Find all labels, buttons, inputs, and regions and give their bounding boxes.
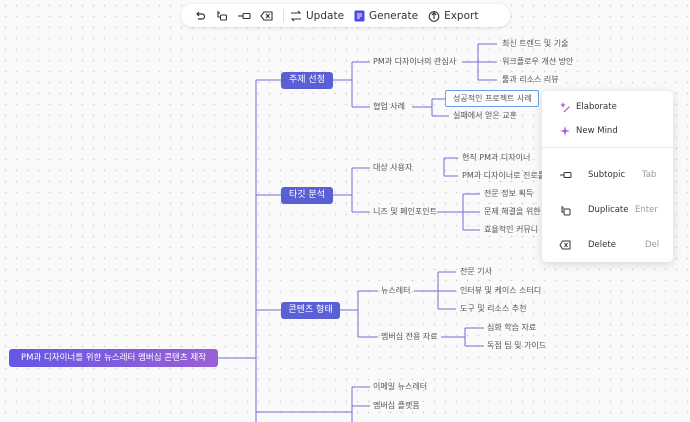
leaf-node[interactable]: 실패에서 얻은 교훈 — [453, 110, 517, 122]
top-toolbar: Update Generate Export — [181, 4, 510, 27]
menu-item-label: Subtopic — [588, 170, 626, 180]
update-icon — [290, 10, 302, 21]
shortcut-label: Tab — [642, 170, 657, 180]
root-node[interactable]: PM과 디자이너를 위한 뉴스레터 멤버십 콘텐츠 제작 — [9, 349, 218, 367]
leaf-node[interactable]: 툴과 리소스 리뷰 — [502, 74, 559, 86]
subtopic-node[interactable]: 뉴스레터 — [381, 285, 410, 297]
leaf-node[interactable]: 효율적인 커뮤니 — [484, 224, 538, 236]
leaf-node[interactable]: 현직 PM과 디자이너 — [462, 152, 530, 164]
delete-icon — [558, 240, 572, 250]
child-node-icon[interactable] — [233, 5, 255, 27]
duplicate-icon — [558, 205, 572, 216]
leaf-node[interactable]: PM과 디자이너로 진로를 — [462, 170, 545, 182]
menu-item-subtopic[interactable]: Subtopic Tab — [542, 163, 673, 187]
shortcut-label: Enter — [635, 205, 658, 215]
update-label: Update — [306, 9, 345, 22]
delete-node-icon[interactable] — [255, 5, 277, 27]
subtopic-node[interactable]: 대상 사용자 — [373, 162, 412, 174]
generate-label: Generate — [369, 9, 419, 22]
branch-node-content-format[interactable]: 콘텐츠 형태 — [281, 302, 340, 319]
menu-item-elaborate[interactable]: Elaborate — [542, 95, 673, 119]
menu-item-delete[interactable]: Delete Del — [542, 233, 673, 257]
leaf-node[interactable]: 워크플로우 개선 방안 — [502, 56, 573, 68]
context-menu: Elaborate New Mind Subtopic Tab Duplicat… — [542, 91, 673, 262]
export-button[interactable]: Export — [428, 10, 478, 22]
plus-sparkle-icon — [558, 126, 572, 136]
menu-item-new-mind[interactable]: New Mind — [542, 119, 673, 143]
update-button[interactable]: Update — [290, 10, 344, 22]
undo-icon[interactable] — [189, 5, 211, 27]
menu-item-duplicate[interactable]: Duplicate Enter — [542, 198, 673, 222]
menu-item-label: Duplicate — [588, 205, 629, 215]
branch-node-topic-selection[interactable]: 주제 선정 — [281, 72, 333, 89]
export-icon — [428, 10, 440, 22]
leaf-node[interactable]: 도구 및 리소스 추천 — [460, 303, 527, 315]
leaf-node[interactable]: 인터뷰 및 케이스 스터디 — [460, 285, 541, 297]
subtopic-node[interactable]: 이메일 뉴스레터 — [373, 381, 427, 393]
leaf-node[interactable]: 전문 정보 획득 — [484, 188, 533, 200]
leaf-node-selected[interactable]: 성공적인 프로젝트 사례 — [453, 93, 532, 105]
sibling-node-icon[interactable] — [211, 5, 233, 27]
subtopic-icon — [558, 170, 572, 180]
leaf-node[interactable]: 전문 기사 — [460, 266, 492, 278]
subtopic-node[interactable]: 협업 사례 — [373, 101, 405, 113]
sparkle-icon — [558, 101, 572, 113]
leaf-node[interactable]: 최신 트렌드 및 기술 — [502, 38, 569, 50]
leaf-node[interactable]: 심화 학습 자료 — [487, 322, 536, 334]
leaf-node[interactable]: 문제 해결을 위한 — [484, 206, 541, 218]
menu-item-label: Delete — [588, 240, 616, 250]
toolbar-divider — [283, 9, 284, 22]
branch-node-target-analysis[interactable]: 타깃 분석 — [281, 187, 333, 204]
menu-item-label: Elaborate — [576, 102, 617, 112]
leaf-node[interactable]: 독점 팁 및 가이드 — [487, 340, 546, 352]
menu-divider — [542, 147, 673, 148]
subtopic-node[interactable]: 니즈 및 페인포인트 — [373, 206, 437, 218]
generate-button[interactable]: Generate — [354, 10, 418, 22]
menu-item-label: New Mind — [576, 126, 618, 136]
document-icon — [354, 10, 365, 21]
subtopic-node[interactable]: 멤버십 전용 자료 — [381, 331, 438, 343]
shortcut-label: Del — [645, 240, 660, 250]
subtopic-node[interactable]: PM과 디자이너의 관심사 — [373, 56, 456, 68]
subtopic-node[interactable]: 멤버십 플랫폼 — [373, 400, 420, 412]
export-label: Export — [444, 9, 479, 22]
